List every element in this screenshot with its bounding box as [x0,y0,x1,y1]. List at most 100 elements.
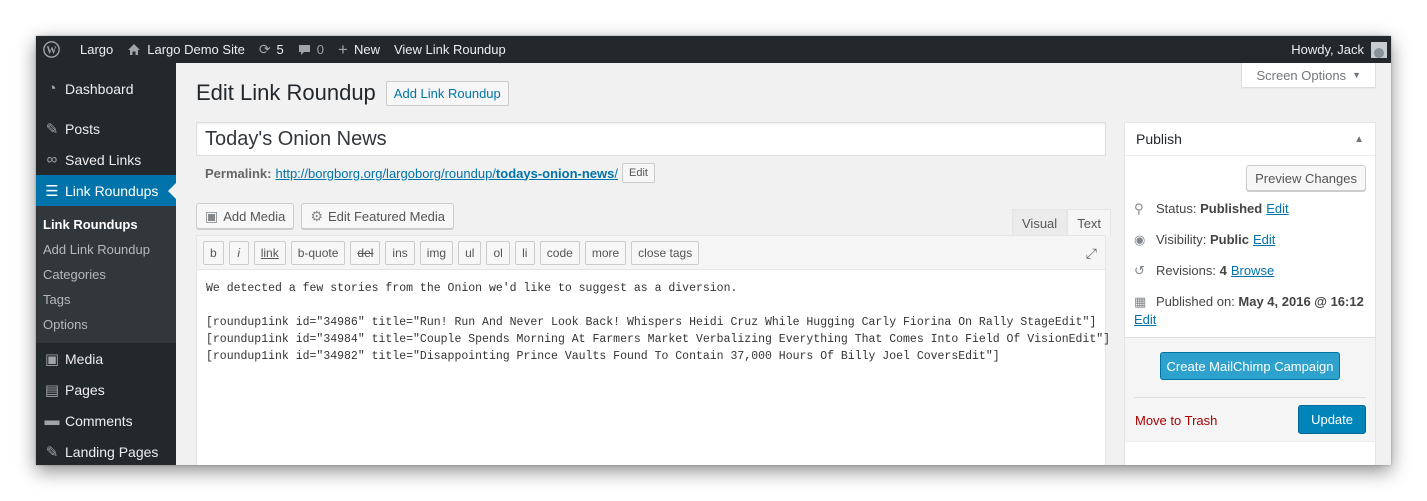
quicktag-ins-button[interactable]: ins [385,240,415,265]
add-media-label: Add Media [223,208,286,224]
eye-icon: ◉ [1134,232,1146,247]
sidebar-item-label: Posts [65,120,101,137]
comments-count: 0 [316,42,325,57]
quicktag-del-button[interactable]: del [350,240,381,265]
quicktag-bold-button[interactable]: b [203,240,224,265]
collapse-arrow-icon[interactable]: ▲ [1354,134,1364,145]
howdy-label: Howdy, Jack [1291,42,1364,57]
submenu-item-tags[interactable]: Tags [36,287,176,312]
sidebar-item-posts[interactable]: ✎ Posts [36,113,176,144]
update-button[interactable]: Update [1298,405,1366,434]
revisions-value: 4 [1219,263,1227,278]
permalink-link[interactable]: http://borgborg.org/largoborg/roundup/to… [275,166,618,181]
comments-link[interactable]: 0 [291,36,331,63]
divider [1134,397,1366,398]
quicktag-link-button[interactable]: link [253,240,286,265]
quicktag-img-button[interactable]: img [419,240,454,265]
add-link-roundup-button[interactable]: Add Link Roundup [385,80,509,106]
visibility-row: ◉ Visibility: Public Edit [1134,232,1366,248]
create-mailchimp-campaign-button[interactable]: Create MailChimp Campaign [1160,352,1340,380]
page-title: Edit Link Roundup [196,80,376,105]
editor-textarea[interactable]: We detected a few stories from the Onion… [197,270,1110,375]
admin-bar: W Largo Largo Demo Site ⟳ 5 0 + New View… [36,36,1391,63]
sidebar-item-dashboard[interactable]: ◔ Dashboard [36,73,176,104]
main-content: Screen Options ▼ Edit Link Roundup Add L… [176,63,1391,465]
caret-down-icon: ▼ [1352,70,1361,80]
text-editor: b i link b-quote del ins img ul ol li co… [196,235,1110,465]
media-buttons: ▣ Add Media ⚙ Edit Featured Media [196,203,461,229]
pin-icon: ✎ [45,120,59,138]
page-header: Edit Link Roundup Add Link Roundup [196,80,509,106]
quicktag-li-button[interactable]: li [514,240,535,265]
new-content-link[interactable]: + New [331,36,387,63]
sidebar-item-landing-pages[interactable]: ✎ Landing Pages [36,436,176,465]
updates-link[interactable]: ⟳ 5 [252,36,291,63]
screen-options-button[interactable]: Screen Options ▼ [1241,63,1376,88]
account-menu[interactable]: Howdy, Jack [1284,36,1391,63]
quicktag-close-tags-button[interactable]: close tags [631,240,700,265]
publish-header[interactable]: Publish ▲ [1125,123,1375,156]
svg-text:W: W [46,45,57,56]
new-label: New [353,42,380,57]
published-label: Published on: [1156,294,1235,309]
quicktag-ul-button[interactable]: ul [458,240,482,265]
edit-featured-media-button[interactable]: ⚙ Edit Featured Media [301,203,455,229]
sidebar-item-label: Saved Links [65,151,142,168]
submenu-item-link-roundups[interactable]: Link Roundups [36,212,176,237]
comment-bubble-icon [298,44,311,56]
dashboard-icon: ◔ [47,80,57,97]
sidebar-item-label: Comments [65,412,133,429]
visibility-value: Public [1209,232,1249,247]
pin-icon: ⚲ [1134,201,1144,216]
quicktag-italic-button[interactable]: i [228,240,249,265]
move-to-trash-link[interactable]: Move to Trash [1135,413,1217,428]
revisions-row: ↺ Revisions: 4 Browse [1134,263,1366,279]
editor-tabs: Visual Text [1012,209,1112,236]
sidebar-item-label: Landing Pages [65,443,159,460]
quicktag-more-button[interactable]: more [584,240,627,265]
status-label: Status: [1156,201,1197,216]
add-media-button[interactable]: ▣ Add Media [196,203,295,229]
browse-revisions-link[interactable]: Browse [1231,263,1274,278]
published-value: May 4, 2016 @ 16:12 [1238,294,1364,309]
edit-date-link[interactable]: Edit [1134,312,1156,327]
edit-status-link[interactable]: Edit [1266,201,1288,216]
quicktag-code-button[interactable]: code [539,240,580,265]
screen-options-label: Screen Options [1256,67,1347,83]
fullscreen-icon[interactable]: ⤢ [1086,245,1097,262]
sidebar-item-label: Dashboard [65,80,134,97]
preview-changes-button[interactable]: Preview Changes [1246,165,1366,191]
site-name-link[interactable]: Largo [73,36,120,63]
tab-visual[interactable]: Visual [1012,209,1068,236]
sidebar-item-label: Media [65,350,104,367]
view-roundup-link[interactable]: View Link Roundup [387,36,513,63]
submenu-item-categories[interactable]: Categories [36,262,176,287]
avatar [1371,41,1387,58]
sidebar-item-saved-links[interactable]: ∞ Saved Links [36,144,176,175]
demo-site-link[interactable]: Largo Demo Site [120,36,252,63]
pages-icon: ▤ [44,381,60,399]
history-icon: ↺ [1134,263,1145,278]
status-row: ⚲ Status: Published Edit [1134,201,1366,217]
link-icon: ∞ [46,151,58,168]
submenu-item-options[interactable]: Options [36,312,176,337]
sidebar-item-comments[interactable]: ▬ Comments [36,405,176,436]
edit-slug-button[interactable]: Edit [622,163,655,183]
sidebar-item-pages[interactable]: ▤ Pages [36,374,176,405]
tab-text[interactable]: Text [1067,209,1112,236]
published-on-row: ▦ Published on: May 4, 2016 @ 16:12 Edit [1134,293,1366,329]
quicktag-blockquote-button[interactable]: b-quote [290,240,346,265]
sidebar-item-media[interactable]: ▣ Media [36,343,176,374]
post-title-input[interactable]: Today's Onion News [196,122,1106,156]
sidebar-item-link-roundups[interactable]: ☰ Link Roundups [36,175,176,206]
home-icon [127,43,141,56]
permalink-row: Permalink: http://borgborg.org/largoborg… [205,163,655,183]
edit-featured-media-label: Edit Featured Media [327,208,446,224]
wordpress-logo-button[interactable]: W [36,36,73,63]
quicktag-ol-button[interactable]: ol [486,240,510,265]
updates-count: 5 [276,42,284,57]
updates-icon: ⟳ [258,41,271,57]
edit-visibility-link[interactable]: Edit [1253,232,1275,247]
submenu-item-add-link-roundup[interactable]: Add Link Roundup [36,237,176,262]
